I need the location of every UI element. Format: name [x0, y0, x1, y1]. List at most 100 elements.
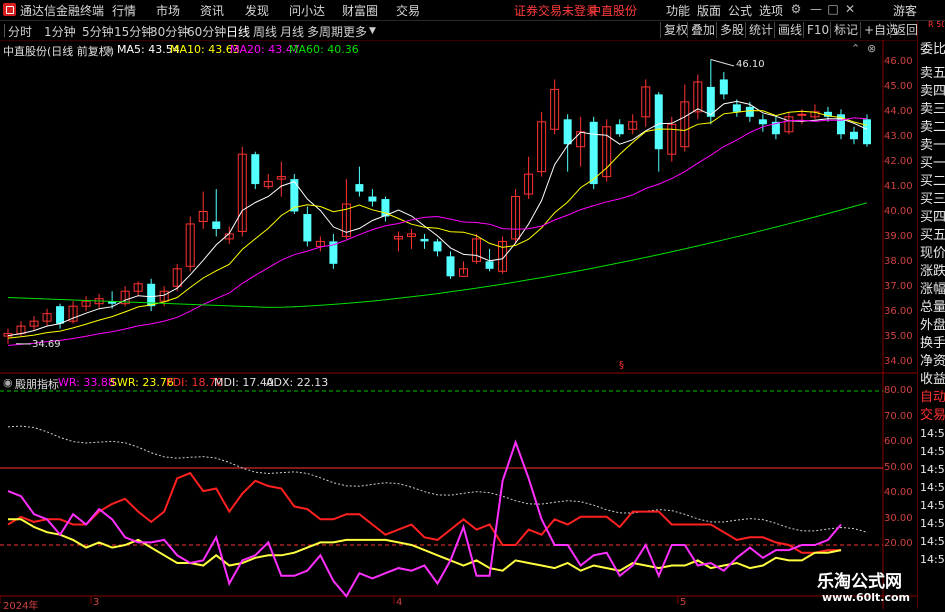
- tick-time: 14:56: [920, 426, 945, 441]
- panel-item: 涨幅: [920, 282, 945, 297]
- maximize-icon[interactable]: □: [826, 2, 840, 16]
- login-notice[interactable]: 证券交易未登录: [514, 2, 598, 19]
- y-tick: 38.00: [884, 256, 913, 267]
- high-price-label: 46.10: [736, 59, 765, 70]
- candle-body: [863, 119, 871, 144]
- panel-item: 卖一: [920, 138, 945, 153]
- panel-item: 卖三: [920, 102, 945, 117]
- wr-line: [8, 442, 841, 596]
- event-marker[interactable]: §: [619, 360, 624, 371]
- period-5min[interactable]: 5分钟: [82, 23, 114, 40]
- swr-line: [8, 426, 867, 532]
- btn-biaoji[interactable]: 标记: [830, 22, 861, 38]
- date-label: 5: [680, 597, 686, 608]
- ma10-line: [8, 111, 867, 339]
- menu-hangqing[interactable]: 行情: [112, 2, 136, 19]
- y-tick: 80.00: [884, 385, 913, 396]
- menu-gongneng[interactable]: 功能: [666, 2, 690, 19]
- y-tick: 70.00: [884, 411, 913, 422]
- y-tick: 43.00: [884, 131, 913, 142]
- candle-body: [759, 119, 767, 124]
- panel-item: 总量: [920, 300, 945, 315]
- minimize-icon[interactable]: —: [809, 2, 823, 16]
- period-week[interactable]: 周线: [253, 23, 277, 40]
- candle-body: [720, 79, 728, 94]
- panel-item[interactable]: 自动: [920, 390, 945, 405]
- chart-area[interactable]: [0, 40, 917, 609]
- mdi-label: MDI: 17.40: [214, 376, 274, 389]
- panel-item: 买三: [920, 192, 945, 207]
- panel-item: 买四: [920, 210, 945, 225]
- panel-item: 涨跌: [920, 264, 945, 279]
- menu-faxian[interactable]: 发现: [245, 2, 269, 19]
- y-tick: 40.00: [884, 206, 913, 217]
- candle-body: [616, 124, 624, 134]
- tick-time: 14:56: [920, 444, 945, 459]
- btn-tongji[interactable]: 统计: [745, 22, 776, 38]
- panel-item: 外盘: [920, 318, 945, 333]
- period-multi[interactable]: 多周期: [307, 23, 343, 40]
- tick-time: 14:56: [920, 534, 945, 549]
- guest-label[interactable]: 游客: [893, 2, 917, 19]
- panel-item[interactable]: 交易: [920, 408, 945, 423]
- watermark-url: www.60lt.com: [822, 591, 910, 604]
- ma60-label: MA60: 40.36: [289, 43, 359, 56]
- y-tick: 42.00: [884, 156, 913, 167]
- btn-huaxian[interactable]: 画线: [774, 22, 805, 38]
- date-label: 2024年: [3, 597, 38, 612]
- btn-diejia[interactable]: 叠加: [687, 22, 718, 38]
- menu-jiaoyi[interactable]: 交易: [396, 2, 420, 19]
- period-day[interactable]: 日线: [226, 23, 250, 40]
- candle-body: [655, 94, 663, 149]
- period-more[interactable]: 更多: [343, 23, 367, 40]
- candle-body: [251, 154, 259, 184]
- config-icon[interactable]: ◉: [3, 376, 13, 389]
- chevron-down-icon[interactable]: ▼: [369, 26, 376, 36]
- panel-item: 委比: [920, 42, 945, 57]
- tick-time: 14:56: [920, 480, 945, 495]
- candle-body: [56, 306, 64, 323]
- panel-item: 买五: [920, 228, 945, 243]
- menu-wenxiaoda[interactable]: 问小达: [289, 2, 325, 19]
- config-icon[interactable]: ◉: [104, 43, 114, 56]
- wr-label: WR: 33.88: [58, 376, 115, 389]
- tick-time: 14:56: [920, 462, 945, 477]
- candle-body: [420, 239, 428, 241]
- indicator-name[interactable]: 殿朋指标: [15, 376, 59, 392]
- period-15min[interactable]: 15分钟: [114, 23, 153, 40]
- y-tick: 20.00: [884, 538, 913, 549]
- candle-body: [733, 104, 741, 111]
- y-tick: 30.00: [884, 513, 913, 524]
- y-tick: 34.00: [884, 356, 913, 367]
- menu-zixun[interactable]: 资讯: [200, 2, 224, 19]
- y-tick: 50.00: [884, 462, 913, 473]
- settings-icon[interactable]: ⚙: [789, 2, 803, 16]
- period-month[interactable]: 月线: [280, 23, 304, 40]
- candle-body: [746, 107, 754, 117]
- y-tick: 60.00: [884, 436, 913, 447]
- menu-banmian[interactable]: 版面: [697, 2, 721, 19]
- menu-xuanxiang[interactable]: 选项: [759, 2, 783, 19]
- menu-gongshi[interactable]: 公式: [728, 2, 752, 19]
- ma5-line: [8, 101, 867, 335]
- panel-item: 卖四: [920, 84, 945, 99]
- low-price-label: 34.69: [32, 339, 61, 350]
- candle-body: [303, 214, 311, 241]
- stock-title: 中直股份(日线 前复权): [3, 43, 114, 59]
- stock-tag: 中直股份: [589, 2, 637, 19]
- period-60min[interactable]: 60分钟: [187, 23, 226, 40]
- period-30min[interactable]: 30分钟: [150, 23, 189, 40]
- period-1min[interactable]: 1分钟: [44, 23, 76, 40]
- close-icon[interactable]: ⊗: [867, 42, 876, 55]
- btn-f10[interactable]: F10: [803, 22, 832, 38]
- y-tick: 39.00: [884, 231, 913, 242]
- chevron-up-icon[interactable]: ⌃: [851, 42, 860, 55]
- app-title: 通达信金融终端: [20, 2, 104, 19]
- btn-duogu[interactable]: 多股: [716, 22, 747, 38]
- close-icon[interactable]: ✕: [843, 2, 857, 16]
- menu-caifuquan[interactable]: 财富圈: [342, 2, 378, 19]
- menu-shichang[interactable]: 市场: [156, 2, 180, 19]
- panel-item: 卖五: [920, 66, 945, 81]
- swr-label: SWR: 23.76: [110, 376, 174, 389]
- period-fenshi[interactable]: 分时: [8, 23, 32, 40]
